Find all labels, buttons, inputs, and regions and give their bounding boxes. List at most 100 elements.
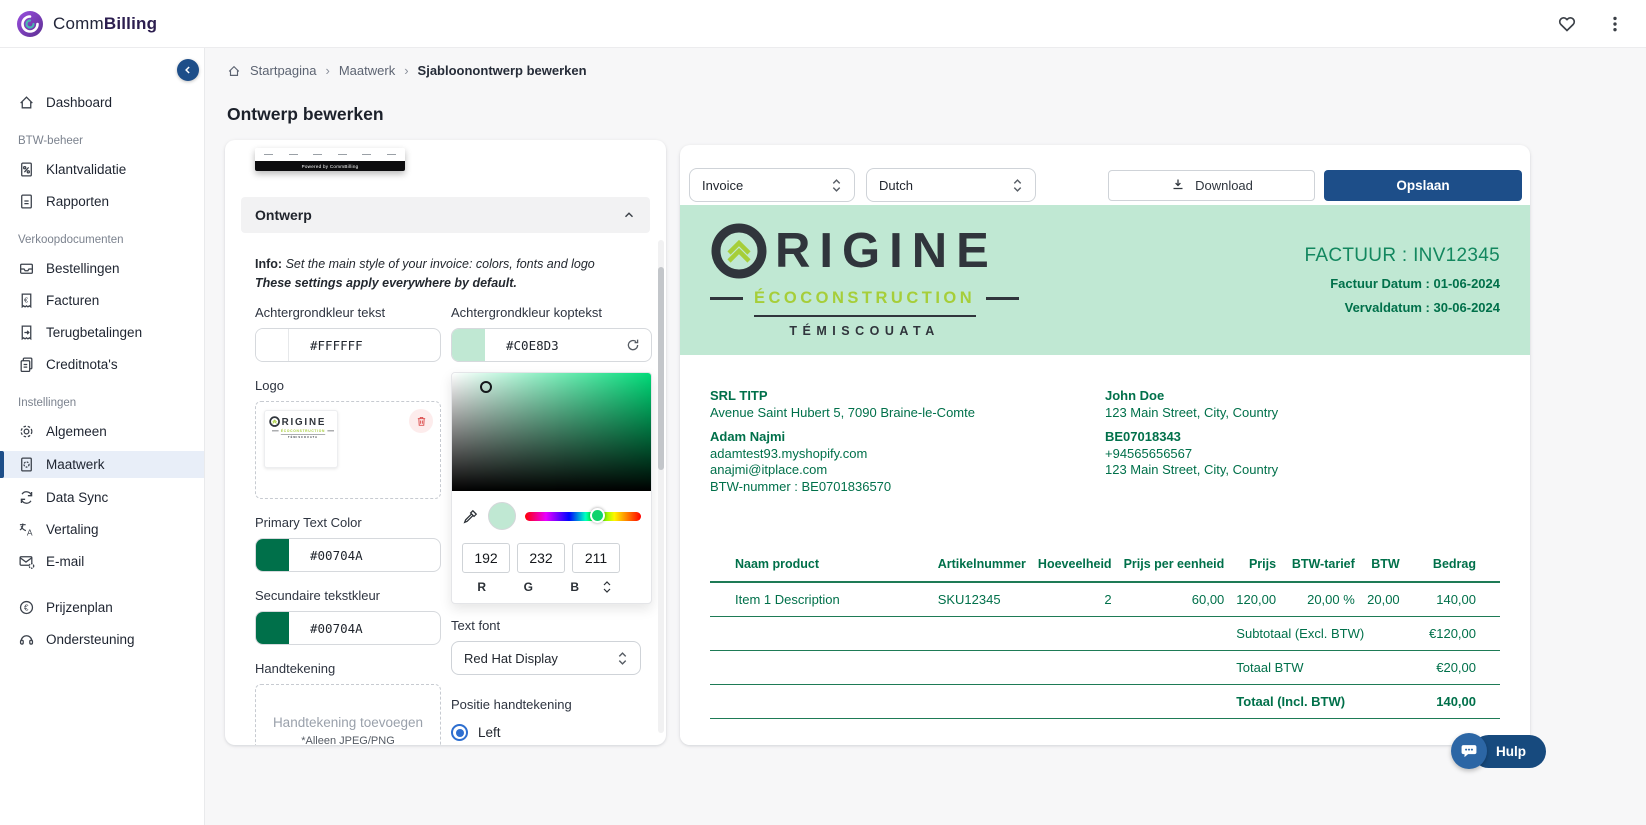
signature-label: Handtekening (255, 661, 441, 676)
secondary-color-label: Secundaire tekstkleur (255, 588, 441, 603)
red-value-input[interactable] (462, 543, 510, 573)
cell: 20,00 % (1282, 582, 1361, 617)
main-content: Startpagina › Maatwerk › Sjabloonontwerp… (205, 48, 1646, 825)
saturation-value-area[interactable] (452, 373, 651, 491)
sidebar-heading-instellingen: Instellingen (0, 397, 204, 409)
percent-document-icon (18, 161, 35, 178)
breadcrumb: Startpagina › Maatwerk › Sjabloonontwerp… (227, 63, 587, 78)
red-label: R (462, 580, 502, 594)
headset-icon (18, 631, 35, 648)
refund-receipt-icon (18, 324, 35, 341)
bg-text-swatch[interactable] (256, 329, 289, 361)
logo-upload-box[interactable]: RIGINE ÉCOCONSTRUCTION TÉMISCOUATA (255, 401, 441, 499)
chevron-up-icon[interactable] (622, 208, 636, 222)
secondary-color-swatch[interactable] (256, 612, 289, 644)
col-header: Naam product (710, 551, 932, 582)
download-button[interactable]: Download (1108, 170, 1315, 201)
overflow-menu-icon[interactable] (1604, 13, 1626, 35)
primary-color-hex-input[interactable] (289, 548, 385, 563)
save-button[interactable]: Opslaan (1324, 170, 1522, 201)
language-value: Dutch (879, 178, 913, 193)
summary-label: Totaal BTW (1230, 651, 1405, 685)
invoice-preview-panel: Invoice Dutch Download (680, 145, 1530, 745)
sidebar-item-maatwerk[interactable]: Maatwerk (0, 451, 204, 478)
selected-color-preview (488, 502, 516, 530)
panel-scrollbar-thumb[interactable] (658, 267, 664, 470)
hue-slider[interactable] (525, 512, 641, 521)
breadcrumb-home-icon (227, 64, 241, 78)
sidebar-item-algemeen[interactable]: Algemeen (0, 419, 204, 444)
report-document-icon (18, 193, 35, 210)
primary-color-swatch[interactable] (256, 539, 289, 571)
secondary-color-hex-input[interactable] (289, 621, 385, 636)
signature-upload-box[interactable]: Handtekening toevoegen *Alleen JPEG/PNG (255, 684, 441, 745)
sidebar-item-prijzenplan[interactable]: € Prijzenplan (0, 595, 204, 620)
language-select[interactable]: Dutch (866, 168, 1036, 202)
sidebar-item-data-sync[interactable]: Data Sync (0, 485, 204, 510)
logo-region: TÉMISCOUATA (710, 324, 1019, 338)
grand-total-row: Totaal (Incl. BTW) 140,00 (710, 685, 1500, 719)
saturation-value-marker[interactable] (480, 381, 492, 393)
logo-preview: RIGINE ÉCOCONSTRUCTION TÉMISCOUATA (264, 410, 338, 468)
sidebar-collapse-button[interactable] (177, 59, 199, 81)
sidebar-item-bestellingen[interactable]: Bestellingen (0, 256, 204, 281)
text-font-select[interactable]: Red Hat Display (451, 641, 641, 675)
blue-label: B (555, 580, 595, 594)
sidebar-item-rapporten[interactable]: Rapporten (0, 189, 204, 214)
total-vat-row: Totaal BTW €20,00 (710, 651, 1500, 685)
bg-text-hex-input[interactable] (289, 338, 385, 353)
col-header: BTW (1361, 551, 1406, 582)
sidebar: Dashboard BTW-beheer Klantvalidatie Rapp… (0, 48, 205, 825)
invoice-header-band: RIGINE ÉCOCONSTRUCTION TÉMISCOUATA FACTU… (680, 205, 1530, 355)
logo-tagline: ÉCOCONSTRUCTION (754, 289, 975, 308)
breadcrumb-maatwerk[interactable]: Maatwerk (339, 63, 395, 78)
origine-o-glyph-icon (269, 416, 280, 427)
summary-value: €120,00 (1406, 617, 1500, 651)
svg-text:€: € (24, 296, 29, 305)
breadcrumb-startpagina[interactable]: Startpagina (250, 63, 317, 78)
hue-slider-thumb[interactable] (590, 508, 605, 523)
secondary-color-field (255, 611, 441, 645)
design-section-header[interactable]: Ontwerp (241, 197, 650, 233)
color-reset-refresh-icon[interactable] (625, 337, 641, 353)
template-thumbnail[interactable]: Powered by CommBilling (255, 148, 405, 171)
green-value-input[interactable] (517, 543, 565, 573)
cell: Item 1 Description (710, 582, 932, 617)
help-chat-icon[interactable] (1451, 733, 1487, 769)
primary-color-label: Primary Text Color (255, 515, 441, 530)
table-header-row: Naam product Artikelnummer Hoeveelheid P… (710, 551, 1500, 582)
radio-left[interactable] (451, 724, 468, 741)
invoice-number: FACTUUR : INV12345 (1305, 245, 1500, 267)
eyedropper-icon[interactable] (462, 508, 479, 525)
preview-toolbar: Invoice Dutch Download (689, 168, 1522, 202)
signature-add-text: Handtekening toevoegen (273, 715, 423, 730)
sidebar-item-dashboard[interactable]: Dashboard (0, 90, 204, 115)
sidebar-item-email[interactable]: E-mail (0, 549, 204, 574)
favorites-heart-icon[interactable] (1556, 13, 1578, 35)
bg-header-swatch[interactable] (452, 329, 485, 361)
svg-text:A: A (27, 527, 33, 537)
bg-header-color-field (451, 328, 652, 362)
inbox-icon (18, 260, 35, 277)
sidebar-item-klantvalidatie[interactable]: Klantvalidatie (0, 157, 204, 182)
blue-value-input[interactable] (572, 543, 620, 573)
cell (710, 685, 1230, 719)
bg-header-label: Achtergrondkleur koptekst (451, 305, 652, 320)
bg-header-hex-input[interactable] (485, 338, 571, 353)
cell (710, 617, 1230, 651)
invoice-euro-icon: € (18, 292, 35, 309)
logo-delete-trash-icon[interactable] (409, 409, 433, 433)
credit-note-icon (18, 356, 35, 373)
signature-position-left[interactable]: Left (451, 724, 652, 741)
translate-icon: A (18, 521, 35, 538)
document-type-select[interactable]: Invoice (689, 168, 855, 202)
template-gear-icon (18, 456, 35, 473)
sidebar-item-vertaling[interactable]: A Vertaling (0, 517, 204, 542)
home-icon (18, 94, 35, 111)
sidebar-item-terugbetalingen[interactable]: Terugbetalingen (0, 320, 204, 345)
sidebar-item-facturen[interactable]: € Facturen (0, 288, 204, 313)
rgb-mode-toggle-icon[interactable] (602, 580, 642, 594)
sidebar-item-creditnotas[interactable]: Creditnota's (0, 352, 204, 377)
invoice-preview: RIGINE ÉCOCONSTRUCTION TÉMISCOUATA FACTU… (680, 205, 1530, 745)
sidebar-item-ondersteuning[interactable]: Ondersteuning (0, 627, 204, 652)
